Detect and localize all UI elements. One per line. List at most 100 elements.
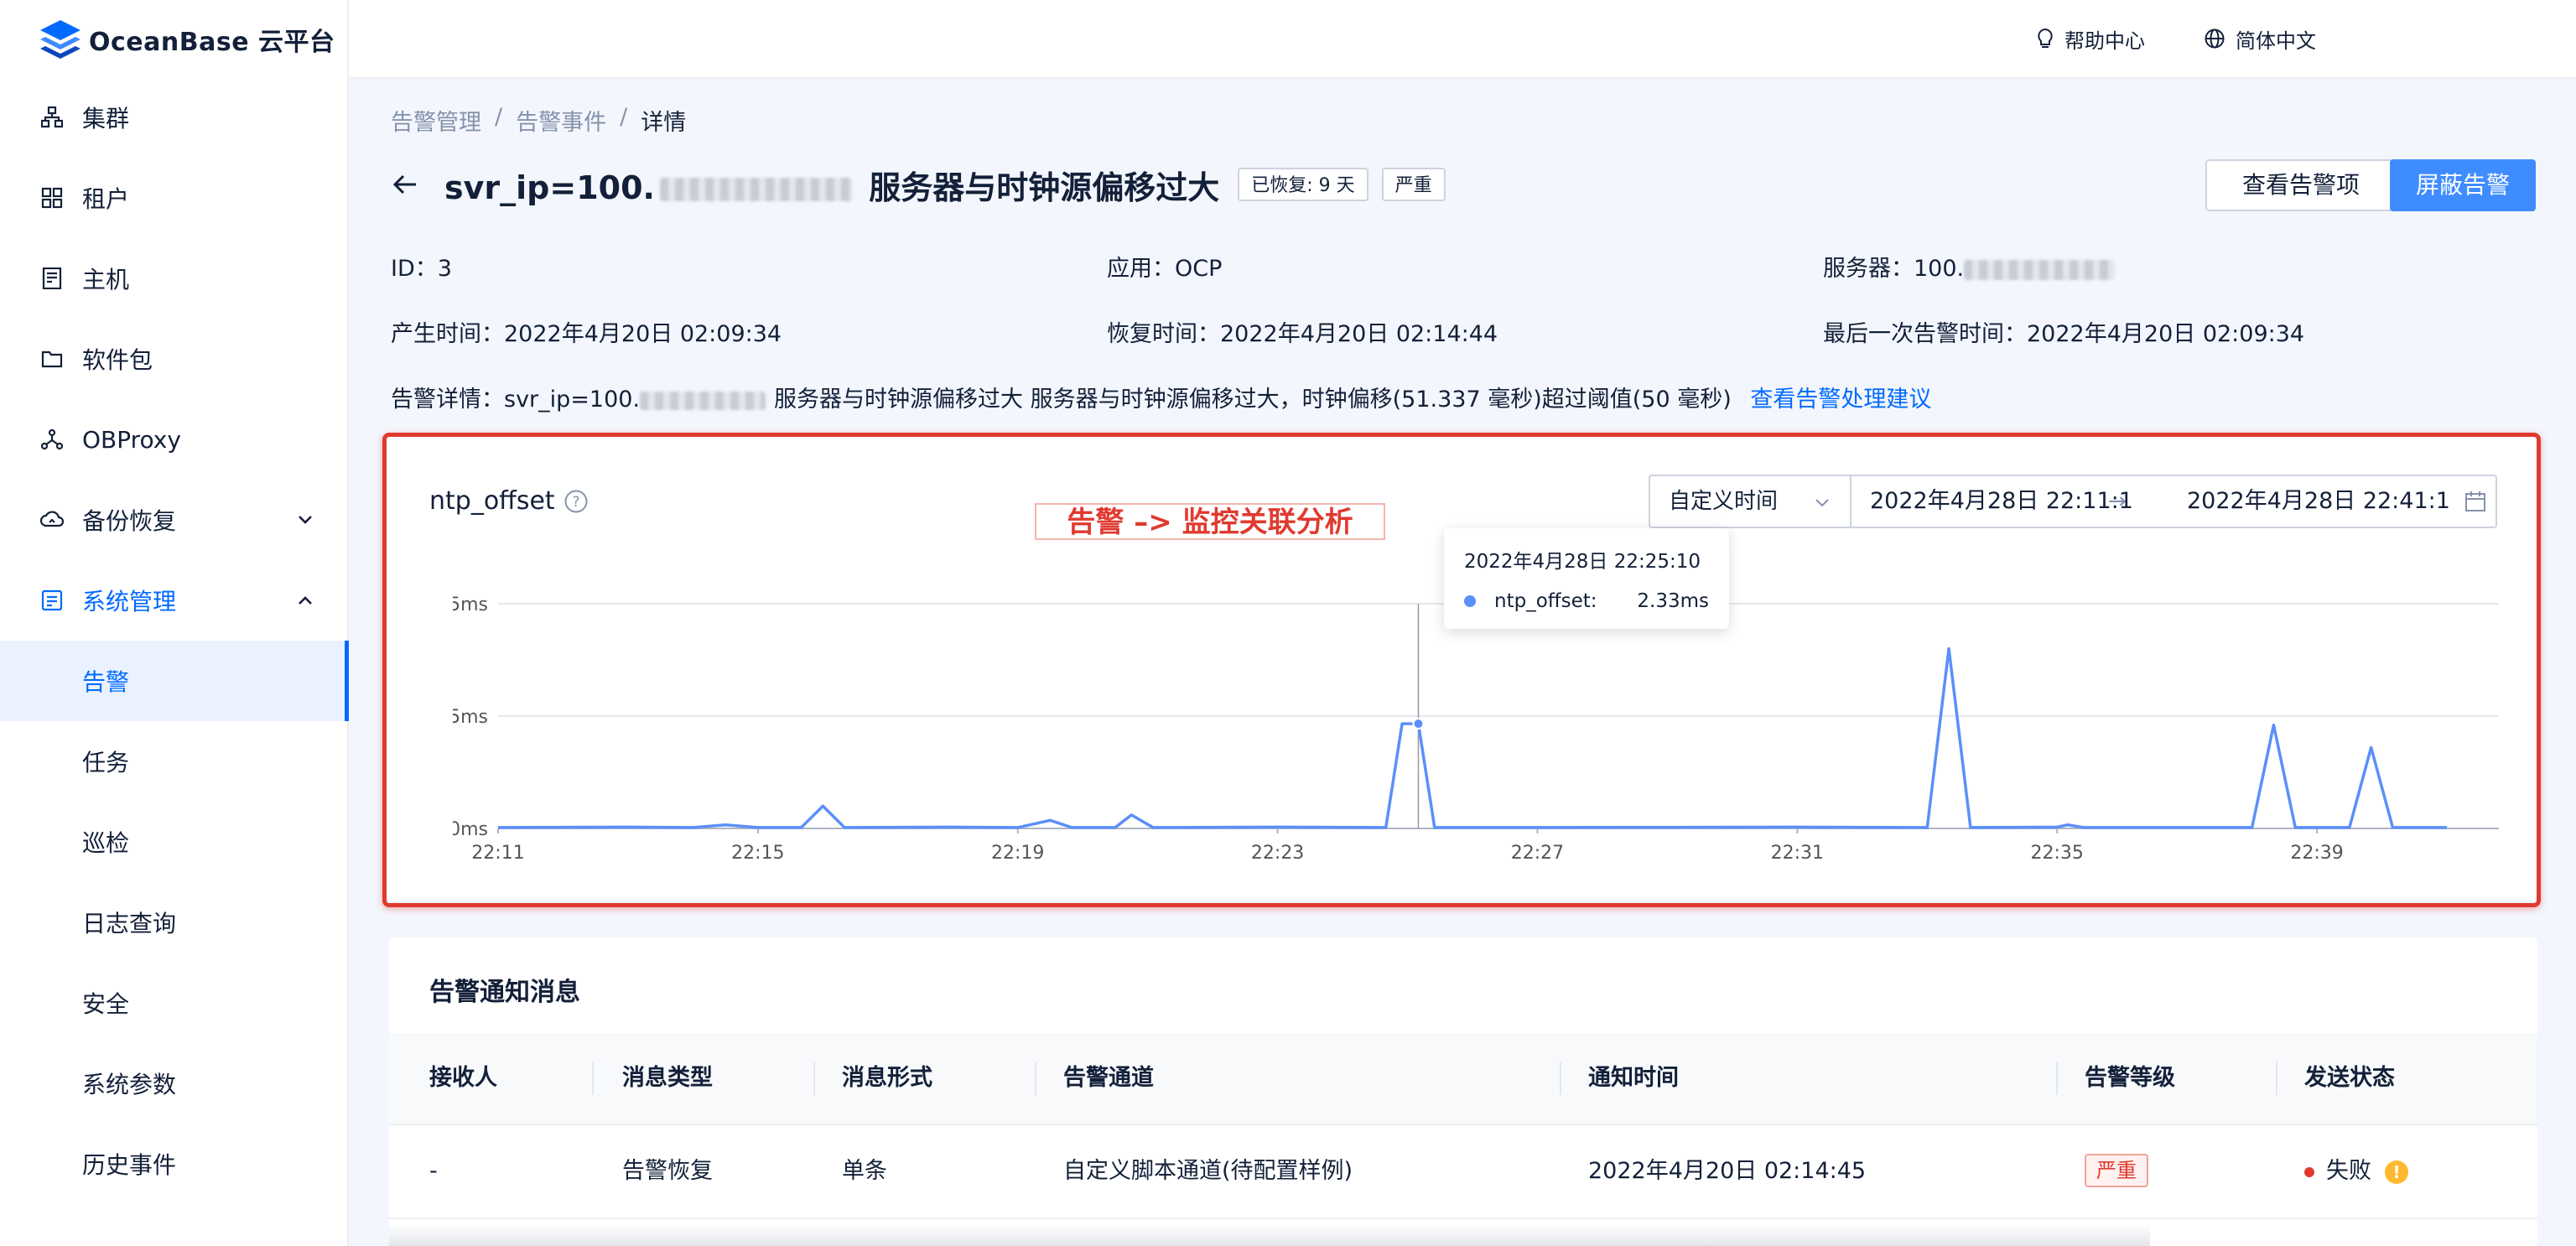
chart-title-text: ntp_offset (429, 486, 555, 516)
x-tick-label: 22:15 (731, 843, 784, 864)
server-prefix: 服务器：100. (1823, 256, 1965, 282)
view-alarm-item-button[interactable]: 查看告警项 (2205, 159, 2397, 211)
proxy-icon (40, 428, 64, 451)
cell-msg-form: 单条 (842, 1158, 887, 1184)
breadcrumb-current: 详情 (641, 110, 687, 136)
series-color-dot (1464, 595, 1476, 607)
sidebar-subitem-log-query[interactable]: 日志查询 (0, 882, 347, 963)
sidebar-nav: 集群 租户 主机 软件包 OBProxy 备份恢复 系统管理 告警 任务 巡检 … (0, 77, 349, 1204)
column-divider (2276, 1062, 2277, 1095)
tooltip-time: 2022年4月28日 22:25:10 (1464, 551, 1701, 573)
range-type-value: 自定义时间 (1669, 489, 1779, 514)
alarm-server: 服务器：100. (1823, 250, 2116, 283)
help-center-link[interactable]: 帮助中心 (2036, 23, 2145, 54)
sidebar-subitem-label: 日志查询 (82, 910, 177, 937)
alarm-detail: 告警详情：svr_ip=100. 服务器与时钟源偏移过大 服务器与时钟源偏移过大，… (391, 381, 1931, 413)
sidebar-subitem-security[interactable]: 安全 (0, 963, 347, 1043)
logo-text: OceanBase 云平台 (89, 28, 335, 57)
chevron-down-icon (1815, 499, 1829, 507)
notification-card: 告警通知消息 接收人 消息类型 消息形式 告警通道 通知时间 告警等级 发送状态… (389, 937, 2537, 1246)
tooltip-value: 2.33ms (1637, 590, 1709, 612)
range-start-input[interactable]: 2022年4月28日 22:11:1 (1870, 476, 2133, 527)
sidebar-item-label: 备份恢复 (82, 507, 177, 535)
sidebar-item-label: 软件包 (82, 346, 153, 374)
sidebar-item-label: OBProxy (82, 425, 181, 454)
sidebar-item-tenant[interactable]: 租户 (0, 158, 347, 238)
sidebar-item-host[interactable]: 主机 (0, 238, 347, 319)
column-header: 接收人 (429, 1065, 497, 1091)
calendar-icon[interactable] (2464, 490, 2487, 513)
sidebar-item-backup[interactable]: 备份恢复 (0, 480, 347, 560)
alarm-id: ID：3 (391, 256, 452, 282)
sidebar-subitem-alarm[interactable]: 告警 (0, 641, 349, 721)
sidebar-subitem-system-params[interactable]: 系统参数 (0, 1043, 347, 1124)
sidebar-item-label: 集群 (82, 105, 130, 132)
sidebar-subitem-inspection[interactable]: 巡检 (0, 802, 347, 882)
breadcrumb-item[interactable]: 告警事件 (516, 104, 606, 137)
range-type-select[interactable]: 自定义时间 (1650, 476, 1852, 527)
redacted-ip-mask (659, 178, 853, 201)
page-header: svr_ip=100. 服务器与时钟源偏移过大 已恢复: 9 天 严重 (391, 161, 1446, 208)
breadcrumb-item[interactable]: 告警管理 (391, 104, 481, 137)
chart-title: ntp_offset ? (429, 486, 589, 516)
x-tick-label: 22:39 (2290, 843, 2343, 864)
sidebar: OceanBase 云平台 集群 租户 主机 软件包 OBProxy 备份恢复 … (0, 0, 349, 1246)
redacted-ip-mask (1964, 259, 2116, 280)
sidebar-subitem-task[interactable]: 任务 (0, 721, 347, 802)
cell-status: 失败! (2304, 1125, 2408, 1217)
exclamation-circle-icon[interactable]: ! (2385, 1160, 2408, 1184)
sidebar-subitem-label: 安全 (82, 990, 130, 1018)
x-tick-label: 22:27 (1511, 843, 1564, 864)
title-suffix: 服务器与时钟源偏移过大 (869, 169, 1220, 206)
alarm-created-time: 产生时间：2022年4月20日 02:09:34 (391, 321, 782, 347)
table-header: 接收人 消息类型 消息形式 告警通道 通知时间 告警等级 发送状态 (389, 1033, 2537, 1125)
column-header: 告警通道 (1063, 1065, 1154, 1091)
time-range-picker: 自定义时间 2022年4月28日 22:11:1 → 2022年4月28日 22… (1649, 475, 2497, 528)
host-icon (40, 267, 64, 290)
sidebar-item-system[interactable]: 系统管理 (0, 560, 347, 641)
page-title: svr_ip=100. 服务器与时钟源偏移过大 (444, 162, 1219, 208)
breadcrumb: 告警管理 / 告警事件 / 详情 (391, 104, 686, 137)
column-header: 告警等级 (2085, 1065, 2175, 1091)
sidebar-item-obproxy[interactable]: OBProxy (0, 399, 347, 480)
cell-receiver: - (429, 1158, 438, 1184)
oceanbase-logo-icon (40, 20, 80, 59)
sidebar-item-cluster[interactable]: 集群 (0, 77, 347, 158)
app-logo[interactable]: OceanBase 云平台 (39, 18, 335, 60)
annotation-label: 告警 –> 监控关联分析 (1035, 503, 1385, 540)
view-handling-advice-link[interactable]: 查看告警处理建议 (1750, 387, 1931, 413)
topbar: 帮助中心 简体中文 admin (349, 0, 2576, 79)
chevron-down-icon[interactable] (293, 508, 317, 532)
y-tick-label: 5ms (453, 594, 488, 615)
language-switch[interactable]: 简体中文 (2204, 23, 2316, 54)
table-row[interactable]: - 告警恢复 单条 自定义脚本通道(待配置样例) 2022年4月20日 02:1… (389, 1125, 2537, 1219)
mute-alarm-button[interactable]: 屏蔽告警 (2390, 159, 2536, 211)
notification-title: 告警通知消息 (429, 978, 580, 1007)
column-header: 通知时间 (1588, 1065, 1679, 1091)
column-divider (1035, 1062, 1036, 1095)
title-prefix: svr_ip=100. (444, 169, 655, 206)
column-divider (813, 1062, 815, 1095)
sidebar-subitem-label: 巡检 (82, 829, 130, 857)
system-icon (40, 589, 64, 612)
tooltip-point (1412, 718, 1425, 730)
sidebar-subitem-label: 任务 (82, 749, 130, 776)
cloud-backup-icon (40, 508, 64, 532)
chevron-up-icon[interactable] (293, 589, 317, 612)
svg-text:?: ? (572, 494, 579, 511)
status-dot (2304, 1166, 2314, 1177)
status-text: 失败 (2326, 1158, 2371, 1184)
sidebar-subitem-history-events[interactable]: 历史事件 (0, 1124, 347, 1204)
back-arrow-icon[interactable] (391, 170, 419, 199)
range-end-input[interactable]: 2022年4月28日 22:41:1 (2187, 476, 2450, 527)
cell-channel: 自定义脚本通道(待配置样例) (1063, 1158, 1353, 1184)
detail-suffix: 服务器与时钟源偏移过大 服务器与时钟源偏移过大，时钟偏移(51.337 毫秒)超… (774, 387, 1732, 413)
column-divider (1560, 1062, 1561, 1095)
alarm-recovered-time: 恢复时间：2022年4月20日 02:14:44 (1107, 321, 1498, 347)
y-tick-label: 0ms (453, 819, 488, 840)
sidebar-subitem-label: 历史事件 (82, 1151, 177, 1179)
severity-tag: 严重 (1381, 168, 1446, 201)
sidebar-item-software[interactable]: 软件包 (0, 319, 347, 399)
question-circle-icon[interactable]: ? (564, 489, 589, 514)
x-tick-label: 22:11 (471, 843, 524, 864)
